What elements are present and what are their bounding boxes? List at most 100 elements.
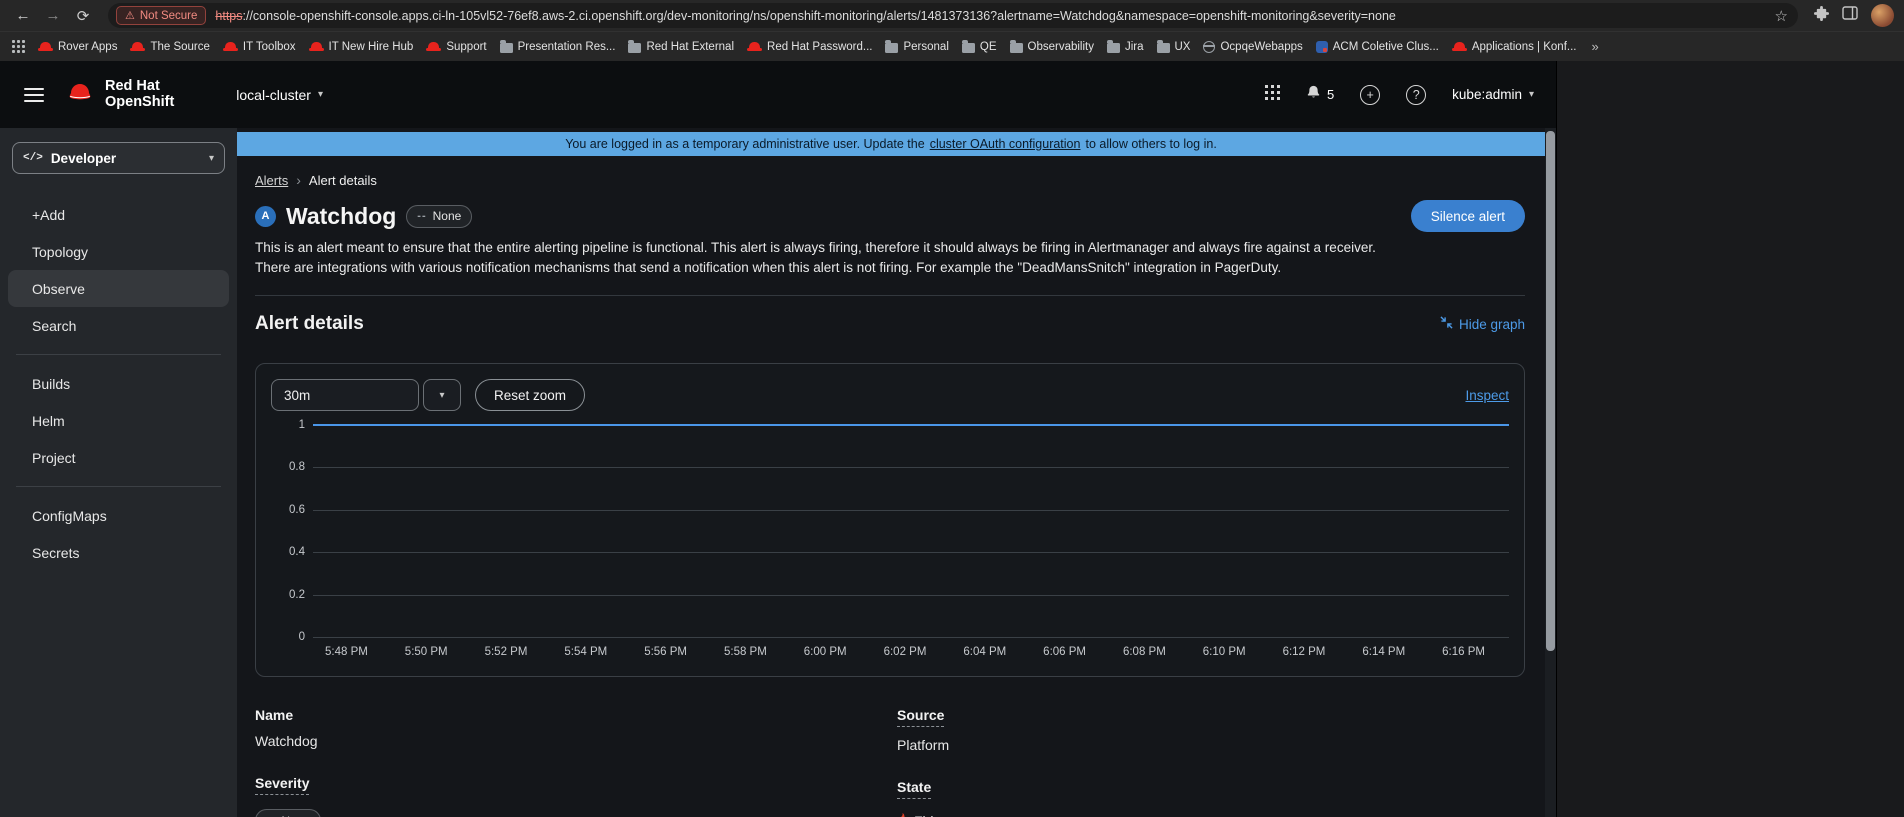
scrollbar-thumb[interactable] <box>1546 131 1555 651</box>
folder-icon <box>1157 43 1170 53</box>
bookmarks-bar: Rover Apps The Source IT Toolbox IT New … <box>0 31 1904 61</box>
x-tick-label: 5:56 PM <box>644 646 687 661</box>
bookmark-item[interactable]: Red Hat External <box>628 41 734 53</box>
apps-shortcut-icon[interactable] <box>12 40 25 53</box>
redhat-openshift-logo: Red HatOpenShift <box>64 79 174 110</box>
bookmark-label: QE <box>980 41 997 53</box>
severity-none-icon: -- <box>417 210 426 222</box>
x-tick-label: 6:14 PM <box>1362 646 1405 661</box>
alert-title-row: A Watchdog -- None Silence alert <box>255 201 1525 231</box>
sidebar-item-secrets[interactable]: Secrets <box>8 534 229 571</box>
notifications-button[interactable]: 5 <box>1306 84 1334 105</box>
sidebar-item-search[interactable]: Search <box>8 307 229 344</box>
url-scheme: https <box>215 9 242 23</box>
breadcrumb-alerts-link[interactable]: Alerts <box>255 173 288 188</box>
hamburger-menu-icon[interactable] <box>24 88 44 102</box>
hide-graph-link[interactable]: Hide graph <box>1440 316 1525 332</box>
bookmark-item[interactable]: Applications | Konf... <box>1452 41 1577 53</box>
redhat-icon <box>747 41 762 53</box>
bookmark-item[interactable]: UX <box>1157 41 1191 53</box>
x-tick-label: 5:58 PM <box>724 646 767 661</box>
y-tick-label: 0.8 <box>289 461 305 473</box>
bookmark-label: Red Hat External <box>646 41 734 53</box>
bookmark-item[interactable]: Personal <box>885 41 948 53</box>
y-tick-label: 0.4 <box>289 546 305 558</box>
code-icon: </> <box>23 152 43 164</box>
bookmark-item[interactable]: Jira <box>1107 41 1144 53</box>
page-viewport: Red HatOpenShift local-cluster ▾ 5 + ? k… <box>0 61 1556 817</box>
y-axis: 1 0.8 0.6 0.4 0.2 0 <box>271 425 305 637</box>
time-range-input[interactable]: 30m <box>271 379 419 411</box>
sidebar-item-add[interactable]: +Add <box>8 196 229 233</box>
y-tick-label: 0 <box>299 631 305 643</box>
bookmark-item[interactable]: Support <box>426 41 486 53</box>
sidebar-item-topology[interactable]: Topology <box>8 233 229 270</box>
severity-value: None <box>281 814 310 817</box>
oauth-config-link[interactable]: cluster OAuth configuration <box>930 137 1081 151</box>
severity-label[interactable]: Severity <box>255 775 309 795</box>
hide-graph-label: Hide graph <box>1459 317 1525 332</box>
severity-pill-label: None <box>433 209 462 223</box>
name-label: Name <box>255 707 897 723</box>
not-secure-icon: ⚠ <box>125 9 135 22</box>
back-icon[interactable]: ← <box>10 7 36 24</box>
address-bar[interactable]: ⚠ Not Secure https://console-openshift-c… <box>108 3 1798 28</box>
silence-alert-button[interactable]: Silence alert <box>1411 200 1525 232</box>
bookmark-item[interactable]: QE <box>962 41 997 53</box>
side-panel-icon[interactable] <box>1842 6 1858 25</box>
bookmark-item[interactable]: IT Toolbox <box>223 41 296 53</box>
alert-details-header: Alert details Hide graph <box>255 312 1525 336</box>
refresh-icon[interactable]: ⟳ <box>70 7 96 25</box>
bookmark-item[interactable]: ACM Coletive Clus... <box>1316 41 1439 53</box>
app-launcher-icon[interactable] <box>1265 85 1280 105</box>
y-tick-label: 1 <box>299 419 305 431</box>
bookmark-item[interactable]: Presentation Res... <box>500 41 616 53</box>
bookmark-label: Personal <box>903 41 948 53</box>
not-secure-badge[interactable]: ⚠ Not Secure <box>116 6 206 25</box>
state-value: Firing <box>914 813 949 817</box>
bookmark-star-icon[interactable]: ☆ <box>1775 7 1788 25</box>
inspect-link[interactable]: Inspect <box>1465 388 1509 403</box>
redhat-logo-icon <box>64 81 96 108</box>
bookmark-item[interactable]: OcpqeWebapps <box>1203 41 1302 53</box>
sidebar-item-builds[interactable]: Builds <box>8 365 229 402</box>
state-label[interactable]: State <box>897 779 931 799</box>
perspective-label: Developer <box>51 151 116 166</box>
redhat-icon <box>309 41 324 53</box>
flame-icon <box>897 813 908 817</box>
bookmark-label: Red Hat Password... <box>767 41 872 53</box>
bookmark-label: UX <box>1175 41 1191 53</box>
bookmark-item[interactable]: Red Hat Password... <box>747 41 872 53</box>
y-tick-label: 0.2 <box>289 589 305 601</box>
help-icon[interactable]: ? <box>1406 85 1426 105</box>
forward-icon[interactable]: → <box>40 7 66 24</box>
gridline <box>313 552 1509 553</box>
masthead: Red HatOpenShift local-cluster ▾ 5 + ? k… <box>0 61 1556 128</box>
sidebar-divider <box>16 354 221 355</box>
x-tick-label: 6:08 PM <box>1123 646 1166 661</box>
sidebar-item-observe[interactable]: Observe <box>8 270 229 307</box>
section-divider <box>255 295 1525 296</box>
add-icon[interactable]: + <box>1360 85 1380 105</box>
user-menu[interactable]: kube:admin ▾ <box>1452 87 1534 102</box>
time-range-dropdown-button[interactable]: ▾ <box>423 379 461 411</box>
sidebar-item-project[interactable]: Project <box>8 439 229 476</box>
chevron-down-icon: ▾ <box>439 390 444 401</box>
breadcrumb-current: Alert details <box>309 173 377 188</box>
bookmarks-overflow-icon[interactable]: » <box>1591 39 1598 54</box>
reset-zoom-button[interactable]: Reset zoom <box>475 379 585 411</box>
cluster-selector[interactable]: local-cluster ▾ <box>236 87 323 103</box>
bookmark-item[interactable]: Observability <box>1010 41 1094 53</box>
scrollbar[interactable] <box>1545 128 1556 817</box>
perspective-switcher[interactable]: </> Developer ▾ <box>12 142 225 174</box>
extensions-icon[interactable] <box>1814 6 1829 26</box>
bookmark-item[interactable]: The Source <box>130 41 209 53</box>
sidebar-item-configmaps[interactable]: ConfigMaps <box>8 497 229 534</box>
profile-avatar[interactable] <box>1871 4 1894 27</box>
folder-icon <box>628 43 641 53</box>
source-label[interactable]: Source <box>897 707 944 727</box>
bookmark-item[interactable]: IT New Hire Hub <box>309 41 414 53</box>
sidebar-item-helm[interactable]: Helm <box>8 402 229 439</box>
bookmark-item[interactable]: Rover Apps <box>38 41 117 53</box>
folder-icon <box>1010 43 1023 53</box>
